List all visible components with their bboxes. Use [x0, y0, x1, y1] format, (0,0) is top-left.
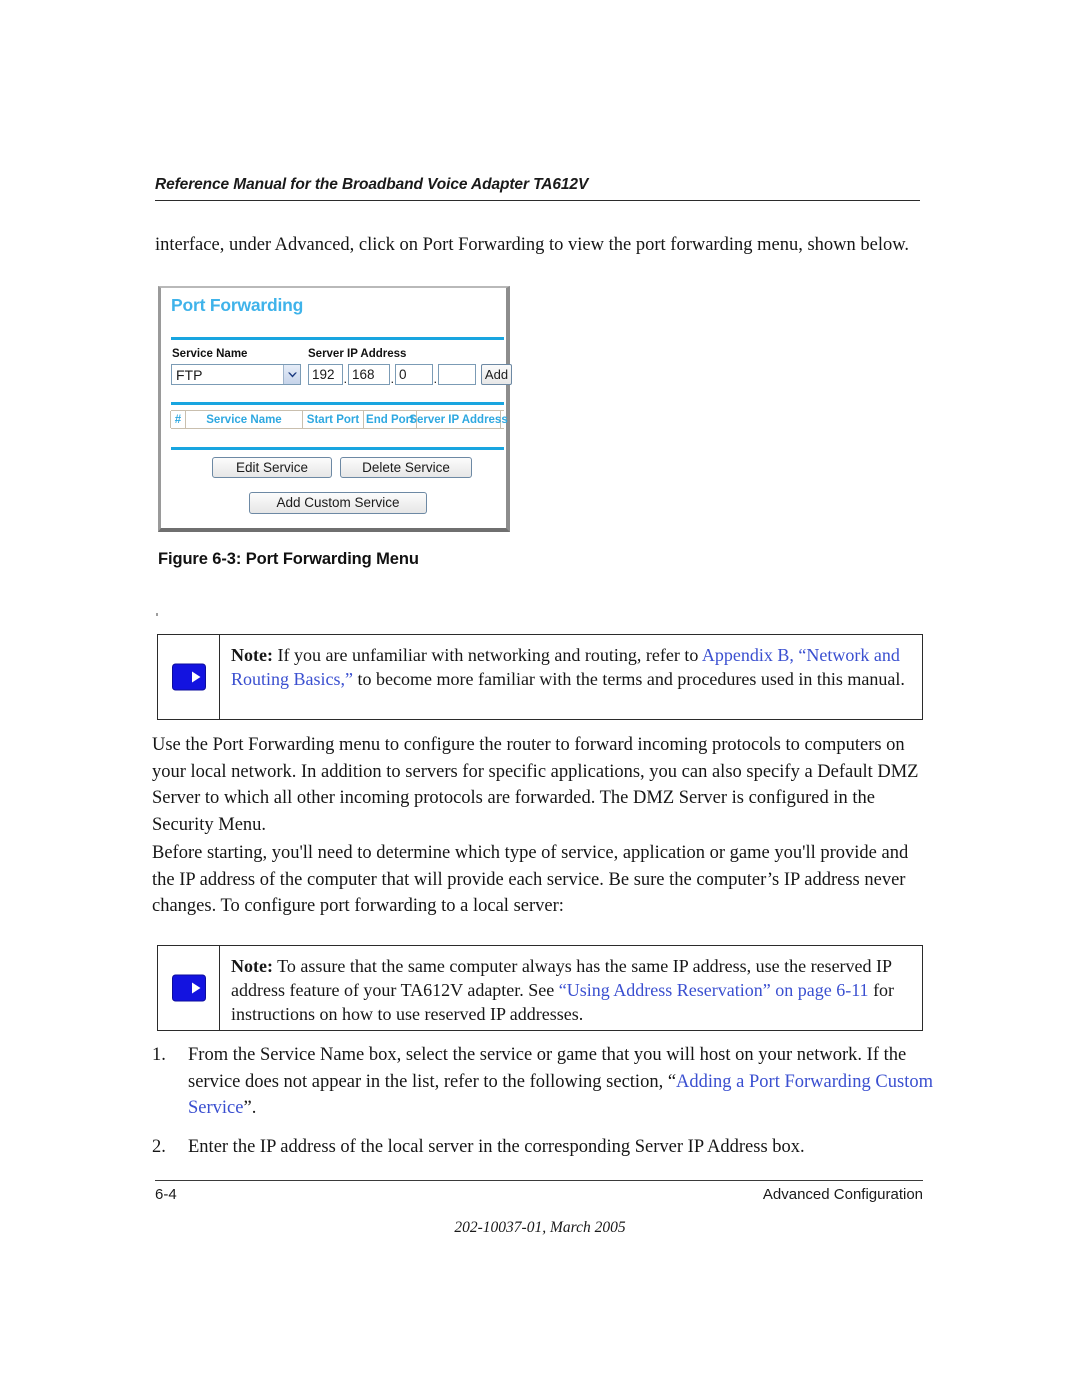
- note-link-2[interactable]: “Using Address Reservation” on page 6-11: [559, 980, 869, 1000]
- panel-divider-middle: [171, 402, 504, 405]
- paragraph-before-starting: Before starting, you'll need to determin…: [152, 843, 909, 916]
- service-name-select[interactable]: FTP: [171, 364, 301, 385]
- blue-arrow-note-icon: [172, 974, 206, 1002]
- list-item: 1. From the Service Name box, select the…: [152, 1042, 942, 1122]
- table-header-server-ip: Server IP Address: [409, 411, 508, 428]
- figure-caption: Figure 6-3: Port Forwarding Menu: [158, 550, 419, 568]
- chevron-down-icon[interactable]: [283, 365, 300, 384]
- note-label-2: Note:: [231, 956, 273, 976]
- ip-separator-3: .: [433, 371, 438, 386]
- footer-section-name: Advanced Configuration: [762, 1186, 923, 1203]
- router-ui-screen: Port Forwarding Service Name Server IP A…: [164, 290, 512, 524]
- step-text-1: From the Service Name box, select the se…: [188, 1042, 942, 1122]
- intro-paragraph: interface, under Advanced, click on Port…: [155, 235, 910, 255]
- figure-port-forwarding-menu: Port Forwarding Service Name Server IP A…: [158, 286, 512, 532]
- footer-document-id: 202-10037-01, March 2005: [454, 1219, 626, 1236]
- note-label-1: Note:: [231, 645, 273, 665]
- service-name-label: Service Name: [172, 348, 248, 360]
- step-1-seg-2: ”.: [243, 1098, 257, 1118]
- running-header-title: Reference Manual for the Broadband Voice…: [155, 176, 589, 193]
- note-seg-1-2: to become more familiar with the terms a…: [353, 669, 905, 689]
- step-number-2: 2.: [152, 1136, 166, 1157]
- table-header-service-name: Service Name: [185, 411, 303, 428]
- ip-separator-2: .: [390, 371, 395, 386]
- table-header-number: #: [170, 411, 186, 428]
- note-seg-1-0: If you are unfamiliar with networking an…: [272, 645, 702, 665]
- step-text-2: Enter the IP address of the local server…: [188, 1136, 805, 1157]
- panel-divider-bottom: [171, 447, 504, 450]
- blue-arrow-note-icon: [172, 663, 206, 691]
- steps-list: 1. From the Service Name box, select the…: [152, 1042, 942, 1160]
- running-header: Reference Manual for the Broadband Voice…: [155, 176, 920, 201]
- footer-page-number: 6-4: [155, 1186, 177, 1203]
- port-forwarding-table-header: # Service Name Start Port End Port Serve…: [170, 410, 508, 429]
- paragraph-use-port-forwarding: Use the Port Forwarding menu to configur…: [152, 735, 919, 835]
- table-header-start-port: Start Port: [302, 411, 364, 428]
- server-ip-octet-3[interactable]: 0: [395, 364, 433, 385]
- note-divider-1: [219, 635, 221, 719]
- document-page: Reference Manual for the Broadband Voice…: [0, 0, 1080, 1397]
- note-box-2: Note: To assure that the same computer a…: [157, 945, 923, 1031]
- page-artifact-speck: [156, 613, 158, 616]
- server-ip-octet-1[interactable]: 192: [308, 364, 343, 385]
- list-item: 2. Enter the IP address of the local ser…: [152, 1134, 942, 1161]
- server-ip-address-label: Server IP Address: [308, 348, 407, 360]
- edit-service-button[interactable]: Edit Service: [212, 457, 332, 478]
- panel-divider-top: [171, 337, 504, 340]
- add-custom-service-button[interactable]: Add Custom Service: [249, 492, 427, 514]
- note-text-1: Note: If you are unfamiliar with network…: [231, 643, 910, 691]
- note-divider-2: [219, 946, 221, 1030]
- header-rule: [155, 200, 920, 201]
- delete-service-button[interactable]: Delete Service: [340, 457, 472, 478]
- service-name-select-value: FTP: [176, 366, 203, 383]
- add-button[interactable]: Add: [481, 364, 512, 385]
- step-number-1: 1.: [152, 1045, 166, 1065]
- figure-frame: Port Forwarding Service Name Server IP A…: [158, 286, 512, 532]
- server-ip-octet-2[interactable]: 168: [348, 364, 390, 385]
- ip-separator-1: .: [343, 371, 348, 386]
- router-panel-title: Port Forwarding: [171, 295, 304, 315]
- note-text-2: Note: To assure that the same computer a…: [231, 954, 910, 1026]
- footer-rule: [155, 1180, 923, 1181]
- note-box-1: Note: If you are unfamiliar with network…: [157, 634, 923, 720]
- server-ip-octet-4[interactable]: [438, 364, 476, 385]
